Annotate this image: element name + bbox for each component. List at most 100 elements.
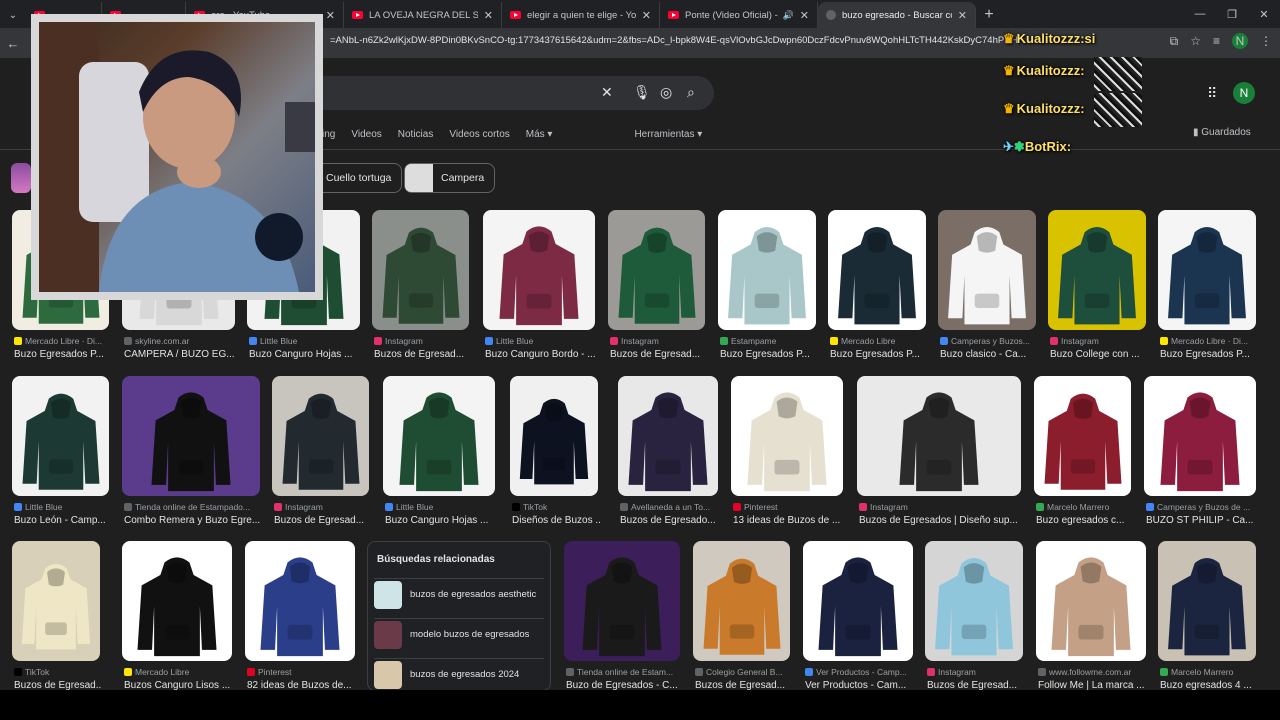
- result-thumbnail[interactable]: [1048, 210, 1146, 330]
- result-source[interactable]: www.followme.com.ar: [1038, 667, 1148, 677]
- result-source[interactable]: Little Blue: [249, 336, 362, 346]
- result-source[interactable]: Instagram: [374, 336, 471, 346]
- google-apps-icon[interactable]: ⠿: [1207, 85, 1217, 102]
- result-source[interactable]: Mercado Libre · Di...: [1160, 336, 1258, 346]
- result-source[interactable]: Ver Productos - Camp...: [805, 667, 915, 677]
- result-title[interactable]: Combo Remera y Buzo Egre...: [124, 515, 262, 526]
- result-thumbnail[interactable]: [245, 541, 355, 661]
- result-source[interactable]: Mercado Libre · Di...: [14, 336, 111, 346]
- extensions-icon[interactable]: ⧉: [1170, 34, 1179, 49]
- result-thumbnail[interactable]: [1158, 210, 1256, 330]
- tab-more[interactable]: Más ▾: [526, 129, 553, 140]
- image-result-card[interactable]: Instagram Buzos de Egresados | Diseño sup…: [857, 376, 1023, 526]
- tab-images[interactable]: ing: [322, 129, 335, 140]
- close-tab-icon[interactable]: ✕: [642, 9, 651, 22]
- scrollbar[interactable]: [1270, 150, 1280, 690]
- result-source[interactable]: Little Blue: [485, 336, 597, 346]
- result-source[interactable]: Instagram: [927, 667, 1025, 677]
- image-result-card[interactable]: Instagram Buzos de Egresad...: [272, 376, 371, 526]
- result-thumbnail[interactable]: [510, 376, 598, 496]
- result-source[interactable]: Little Blue: [14, 502, 111, 512]
- search-icon[interactable]: ⌕: [687, 84, 695, 101]
- result-thumbnail[interactable]: [122, 541, 232, 661]
- result-title[interactable]: Buzo Egresados P...: [14, 349, 111, 360]
- result-source[interactable]: TikTok: [512, 502, 600, 512]
- result-title[interactable]: Buzos de Egresad...: [374, 349, 471, 360]
- result-title[interactable]: 13 ideas de Buzos de ...: [733, 515, 845, 526]
- result-source[interactable]: Instagram: [859, 502, 1023, 512]
- result-thumbnail[interactable]: [731, 376, 843, 496]
- result-source[interactable]: Camperas y Buzos...: [940, 336, 1038, 346]
- result-thumbnail[interactable]: [718, 210, 816, 330]
- result-source[interactable]: Marcelo Marrero: [1160, 667, 1258, 677]
- close-tab-icon[interactable]: ✕: [958, 9, 967, 22]
- result-title[interactable]: Buzo clasico - Ca...: [940, 349, 1038, 360]
- result-title[interactable]: BUZO ST PHILIP - Ca...: [1146, 515, 1258, 526]
- related-search-item[interactable]: modelo buzos de egresados: [374, 618, 544, 650]
- result-source[interactable]: Estampame: [720, 336, 818, 346]
- result-source[interactable]: Pinterest: [247, 667, 357, 677]
- restore-icon[interactable]: ❐: [1216, 0, 1248, 28]
- image-result-card[interactable]: Mercado Libre Buzos Canguro Lisos ...: [122, 541, 232, 691]
- result-thumbnail[interactable]: [383, 376, 495, 496]
- lens-icon[interactable]: ◎: [660, 84, 672, 101]
- result-thumbnail[interactable]: [12, 376, 109, 496]
- close-tab-icon[interactable]: ✕: [484, 9, 493, 22]
- image-result-card[interactable]: TikTok Diseños de Buzos ...: [510, 376, 600, 526]
- image-result-card[interactable]: Mercado Libre · Di... Buzo Egresados P...: [1158, 210, 1258, 360]
- result-title[interactable]: Buzos de Egresados | Diseño sup...: [859, 515, 1023, 526]
- result-source[interactable]: skyline.com.ar: [124, 336, 237, 346]
- bookmark-star-icon[interactable]: ☆: [1190, 34, 1201, 48]
- image-result-card[interactable]: Avellaneda a un To... Buzos de Egresado..…: [618, 376, 718, 526]
- saved-button[interactable]: ▮ Guardados: [1193, 127, 1251, 138]
- filter-chip[interactable]: [11, 163, 31, 193]
- result-title[interactable]: CAMPERA / BUZO EG...: [124, 349, 237, 360]
- image-result-card[interactable]: Instagram Buzos de Egresad...: [372, 210, 471, 360]
- tab-short-videos[interactable]: Videos cortos: [449, 129, 509, 140]
- result-thumbnail[interactable]: [618, 376, 718, 496]
- result-source[interactable]: Tienda online de Estam...: [566, 667, 682, 677]
- image-result-card[interactable]: Instagram Buzo College con ...: [1048, 210, 1146, 360]
- speaker-icon[interactable]: 🔊: [783, 10, 794, 21]
- result-title[interactable]: Buzo Egresados P...: [1160, 349, 1258, 360]
- profile-avatar[interactable]: N: [1232, 33, 1248, 49]
- image-result-card[interactable]: www.followme.com.ar Follow Me | La marca …: [1036, 541, 1148, 691]
- image-result-card[interactable]: Camperas y Buzos... Buzo clasico - Ca...: [938, 210, 1038, 360]
- result-source[interactable]: TikTok: [14, 667, 102, 677]
- result-thumbnail[interactable]: [564, 541, 680, 661]
- result-title[interactable]: Buzos de Egresad...: [274, 515, 371, 526]
- image-result-card[interactable]: Instagram Buzos de Egresad...: [925, 541, 1025, 691]
- result-source[interactable]: Mercado Libre: [830, 336, 928, 346]
- image-result-card[interactable]: Tienda online de Estampado... Combo Remer…: [122, 376, 262, 526]
- result-source[interactable]: Camperas y Buzos de ...: [1146, 502, 1258, 512]
- image-result-card[interactable]: Mercado Libre Buzo Egresados P...: [828, 210, 928, 360]
- result-title[interactable]: Buzo Canguro Hojas ...: [385, 515, 497, 526]
- browser-tab[interactable]: LA OVEJA NEGRA DEL STREAM✕: [344, 2, 502, 28]
- result-title[interactable]: Buzos de Egresad...: [610, 349, 707, 360]
- voice-search-icon[interactable]: 🎙: [633, 84, 651, 101]
- search-input[interactable]: ✕ 🎙 ◎ ⌕: [300, 76, 714, 110]
- image-result-card[interactable]: Marcelo Marrero Buzo egresados c...: [1034, 376, 1131, 526]
- account-avatar[interactable]: N: [1233, 82, 1255, 104]
- result-thumbnail[interactable]: [122, 376, 260, 496]
- image-result-card[interactable]: Ver Productos - Camp... Ver Productos - C…: [803, 541, 915, 691]
- image-result-card[interactable]: Marcelo Marrero Buzo egresados 4 ...: [1158, 541, 1258, 691]
- browser-tab-active[interactable]: buzo egresado - Buscar con Go✕: [818, 2, 976, 28]
- image-result-card[interactable]: Instagram Buzos de Egresad...: [608, 210, 705, 360]
- result-source[interactable]: Tienda online de Estampado...: [124, 502, 262, 512]
- media-controls-icon[interactable]: ≡: [1213, 34, 1220, 48]
- result-title[interactable]: Buzo egresados c...: [1036, 515, 1133, 526]
- result-source[interactable]: Instagram: [274, 502, 371, 512]
- image-result-card[interactable]: Little Blue Buzo Canguro Hojas ...: [383, 376, 495, 526]
- image-result-card[interactable]: Pinterest 13 ideas de Buzos de ...: [731, 376, 843, 526]
- result-thumbnail[interactable]: [12, 541, 100, 661]
- result-thumbnail[interactable]: [272, 376, 369, 496]
- image-result-card[interactable]: Estampame Buzo Egresados P...: [718, 210, 818, 360]
- minimize-icon[interactable]: —: [1184, 0, 1216, 28]
- image-result-card[interactable]: Pinterest 82 ideas de Buzos de...: [245, 541, 357, 691]
- close-tab-icon[interactable]: ✕: [800, 9, 809, 22]
- result-thumbnail[interactable]: [925, 541, 1023, 661]
- image-result-card[interactable]: Little Blue Buzo Canguro Bordo - ...: [483, 210, 597, 360]
- result-title[interactable]: Buzo Canguro Bordo - ...: [485, 349, 597, 360]
- clear-search-icon[interactable]: ✕: [601, 84, 613, 101]
